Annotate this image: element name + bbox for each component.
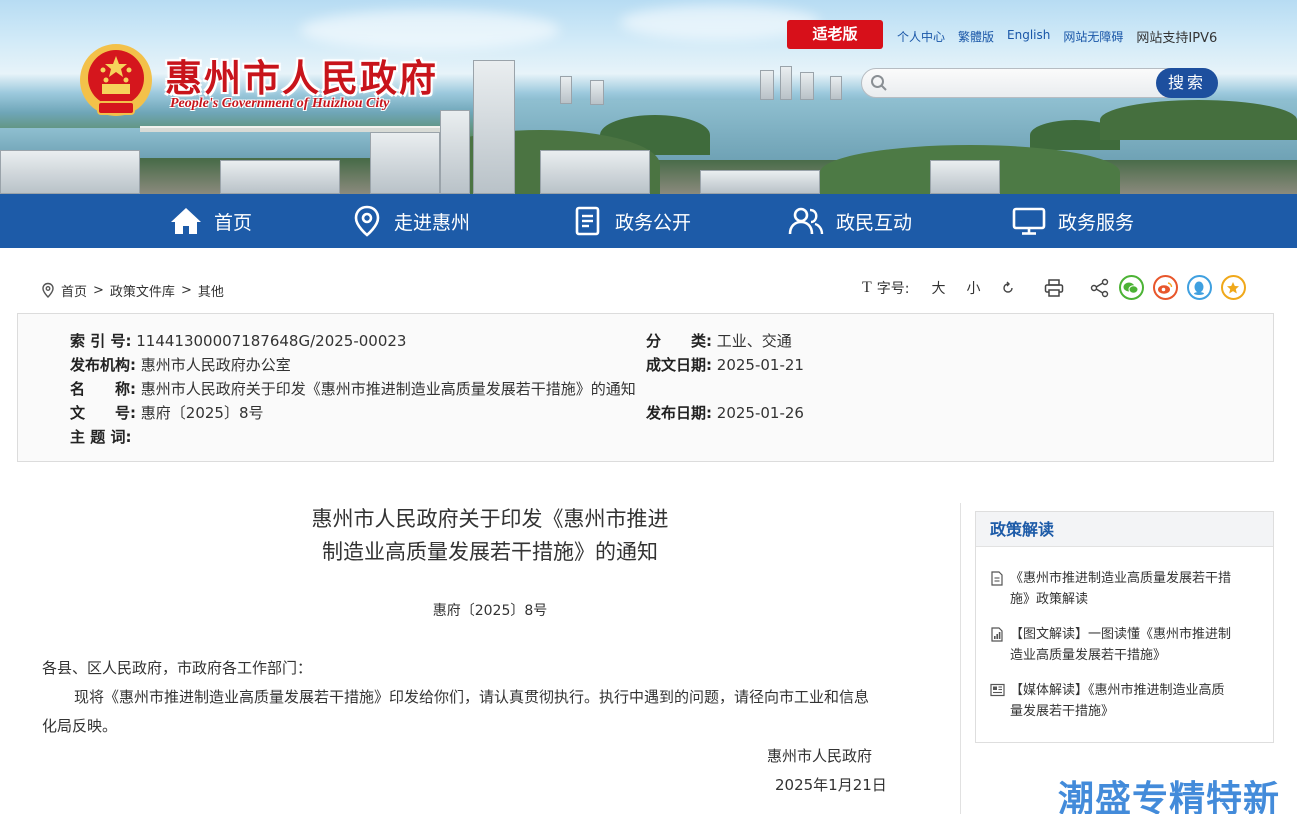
meta-keywords-label: 主 题 词: — [70, 428, 132, 446]
article-sign-date: 2025年1月21日 — [775, 776, 887, 794]
location-pin-icon — [354, 205, 380, 237]
wechat-icon[interactable] — [1118, 275, 1144, 300]
top-links: 个人中心 繁體版 English 网站无障碍 网站支持IPV6 — [897, 28, 1230, 46]
nav-about-huizhou[interactable]: 走进惠州 — [352, 194, 470, 248]
site-title: 惠州市人民政府 — [165, 56, 438, 100]
meta-publisher: 发布机构: 惠州市人民政府办公室 — [70, 354, 291, 375]
page-tools: T 字号: 大 小 — [862, 275, 1246, 300]
location-icon — [42, 282, 54, 298]
policy-interpretation-panel: 政策解读 《惠州市推进制造业高质量发展若干措 施》政策解读 【图文解读】一图读懂… — [975, 511, 1274, 743]
search-button[interactable]: 搜索 — [1156, 68, 1218, 98]
article-doc-number: 惠府〔2025〕8号 — [432, 603, 548, 619]
font-size-label: 字号: — [876, 280, 910, 297]
print-icon[interactable] — [1044, 278, 1064, 297]
meta-name-value: 惠州市人民政府关于印发《惠州市推进制造业高质量发展若干措施》的通知 — [140, 380, 636, 398]
meta-publisher-value: 惠州市人民政府办公室 — [140, 356, 291, 374]
reset-icon[interactable] — [1001, 281, 1015, 295]
home-icon — [171, 208, 201, 234]
item-line2: 造业高质量发展若干措施》 — [1010, 648, 1167, 663]
document-icon — [575, 206, 600, 236]
nav-home[interactable]: 首页 — [170, 194, 252, 248]
meta-keywords: 主 题 词: — [70, 426, 131, 447]
national-emblem-icon — [80, 44, 152, 116]
qq-icon[interactable] — [1186, 275, 1212, 300]
meta-pubdate-label: 发布日期: — [646, 404, 712, 422]
item-line2: 量发展若干措施》 — [1010, 704, 1115, 719]
meta-index-value: 11441300007187648G/2025-00023 — [136, 332, 407, 350]
meta-written-date: 成文日期: 2025-01-21 — [646, 354, 804, 375]
article-signer: 惠州市人民政府 — [767, 747, 873, 765]
site-subtitle: People's Government of Huizhou City — [170, 96, 390, 111]
meta-category-value: 工业、交通 — [716, 332, 792, 350]
meta-category: 分 类: 工业、交通 — [646, 330, 792, 351]
meta-docno-label: 文 号: — [70, 404, 136, 422]
main-nav: 首页 走进惠州 政务公开 政民互动 政务服务 — [0, 194, 1297, 248]
breadcrumb-home[interactable]: 首页 — [61, 281, 87, 300]
accessibility-link[interactable]: 网站无障碍 — [1063, 28, 1123, 46]
document-icon — [991, 571, 1003, 586]
font-size-icon: T — [862, 278, 872, 296]
item-line1: 【图文解读】一图读懂《惠州市推进制 — [1010, 627, 1232, 642]
content-divider — [960, 503, 961, 814]
meta-publish-date: 发布日期: 2025-01-26 — [646, 402, 804, 423]
chart-icon — [991, 627, 1003, 642]
meta-doc-number: 文 号: 惠府〔2025〕8号 — [70, 402, 264, 423]
article-title: 惠州市人民政府关于印发《惠州市推进 制造业高质量发展若干措施》的通知 — [200, 503, 780, 569]
nav-interaction-label: 政民互动 — [836, 211, 913, 234]
nav-gov-services[interactable]: 政务服务 — [1012, 194, 1134, 248]
breadcrumb: 首页 > 政策文件库 > 其他 — [40, 281, 224, 300]
nav-home-label: 首页 — [214, 211, 253, 234]
breadcrumb-other[interactable]: 其他 — [198, 281, 224, 300]
meta-written-label: 成文日期: — [646, 356, 712, 374]
meta-docno-value: 惠府〔2025〕8号 — [140, 404, 264, 422]
personal-center-link[interactable]: 个人中心 — [897, 28, 945, 46]
interpretation-item[interactable]: 【图文解读】一图读懂《惠州市推进制 造业高质量发展若干措施》 — [990, 624, 1260, 666]
users-icon — [788, 207, 824, 235]
interpretation-item[interactable]: 《惠州市推进制造业高质量发展若干措 施》政策解读 — [990, 568, 1260, 610]
meta-index: 索 引 号: 11441300007187648G/2025-00023 — [70, 330, 406, 351]
english-link[interactable]: English — [1007, 28, 1050, 46]
meta-name: 名 称: 惠州市人民政府关于印发《惠州市推进制造业高质量发展若干措施》的通知 — [70, 378, 636, 399]
nav-interaction[interactable]: 政民互动 — [788, 194, 912, 248]
elder-mode-button[interactable]: 适老版 — [787, 20, 883, 49]
article-body-line1: 现将《惠州市推进制造业高质量发展若干措施》印发给你们，请认真贯彻执行。执行中遇到… — [74, 688, 870, 706]
article-title-line1: 惠州市人民政府关于印发《惠州市推进 — [311, 507, 669, 531]
panel-title: 政策解读 — [976, 512, 1273, 547]
article-title-line2: 制造业高质量发展若干措施》的通知 — [322, 540, 658, 564]
share-icon[interactable] — [1090, 278, 1110, 298]
watermark: 潮盛专精特新 — [1058, 779, 1281, 814]
breadcrumb-policy-library[interactable]: 政策文件库 — [110, 281, 175, 300]
nav-gov-affairs[interactable]: 政务公开 — [573, 194, 691, 248]
item-line1: 【媒体解读】《惠州市推进制造业高质 — [1010, 683, 1225, 698]
article-body-line2: 化局反映。 — [42, 717, 118, 735]
font-large-button[interactable]: 大 — [932, 278, 946, 298]
meta-publisher-label: 发布机构: — [70, 356, 136, 374]
font-small-button[interactable]: 小 — [967, 278, 981, 298]
meta-pubdate-value: 2025-01-26 — [716, 404, 804, 422]
search-input[interactable] — [892, 73, 1152, 93]
weibo-icon[interactable] — [1152, 275, 1178, 300]
monitor-icon — [1012, 207, 1046, 235]
article-salutation: 各县、区人民政府，市政府各工作部门： — [42, 659, 313, 677]
item-line2: 施》政策解读 — [1010, 592, 1089, 607]
search-icon — [871, 75, 887, 91]
nav-gov-services-label: 政务服务 — [1058, 211, 1135, 234]
newspaper-icon — [990, 683, 1005, 697]
meta-category-label: 分 类: — [646, 332, 712, 350]
nav-gov-affairs-label: 政务公开 — [615, 211, 692, 234]
traditional-chinese-link[interactable]: 繁體版 — [958, 28, 994, 46]
meta-written-value: 2025-01-21 — [716, 356, 804, 374]
interpretation-item[interactable]: 【媒体解读】《惠州市推进制造业高质 量发展若干措施》 — [990, 680, 1260, 722]
meta-name-label: 名 称: — [70, 380, 136, 398]
item-line1: 《惠州市推进制造业高质量发展若干措 — [1010, 571, 1232, 586]
nav-about-label: 走进惠州 — [394, 211, 471, 234]
document-meta: 索 引 号: 11441300007187648G/2025-00023 分 类… — [17, 313, 1274, 462]
ipv6-label: 网站支持IPV6 — [1136, 31, 1218, 46]
meta-index-label: 索 引 号: — [70, 332, 132, 350]
favorite-icon[interactable] — [1220, 275, 1246, 300]
